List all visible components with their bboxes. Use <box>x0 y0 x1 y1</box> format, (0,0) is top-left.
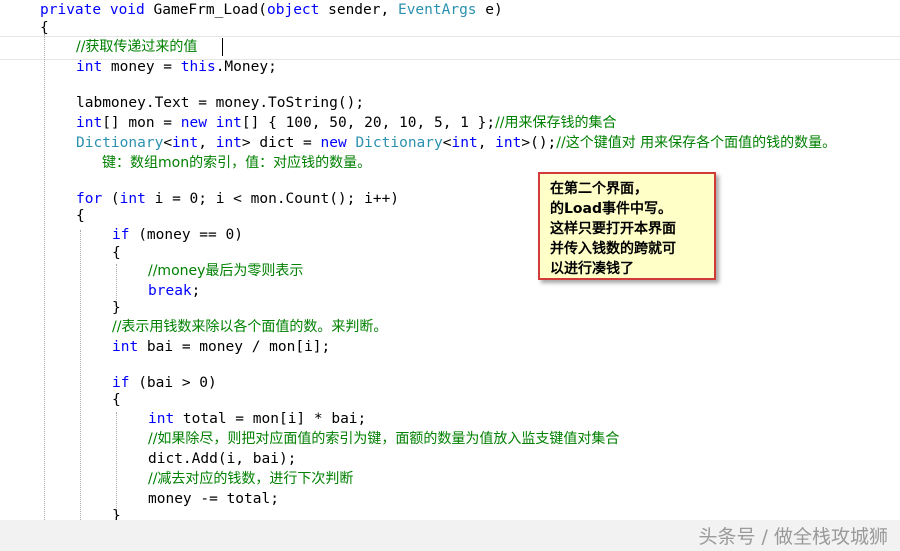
code-line[interactable]: if (money == 0) <box>112 225 243 245</box>
code-line[interactable]: break; <box>148 281 200 301</box>
code-line[interactable]: } <box>112 298 121 318</box>
code-line[interactable]: } <box>112 506 121 520</box>
annotation-line: 的Load事件中写。 <box>550 201 673 217</box>
indent-guide <box>116 412 117 520</box>
annotation-line: 在第二个界面， <box>550 181 648 197</box>
code-editor[interactable]: private void GameFrm_Load(object sender,… <box>0 0 900 520</box>
code-line[interactable]: { <box>40 18 49 38</box>
code-line[interactable]: int[] mon = new int[] { 100, 50, 20, 10,… <box>76 113 617 133</box>
code-line[interactable]: { <box>76 206 85 226</box>
indent-guide <box>80 230 81 520</box>
annotation-line: 并传入钱数的跨就可 <box>550 241 676 257</box>
indent-guide <box>44 34 45 520</box>
code-line-method-signature[interactable]: private void GameFrm_Load(object sender,… <box>40 0 503 20</box>
code-line[interactable]: int total = mon[i] * bai; <box>148 409 366 429</box>
code-line[interactable]: int bai = money / mon[i]; <box>112 337 330 357</box>
code-line[interactable]: money -= total; <box>148 489 279 509</box>
code-line[interactable]: int money = this.Money; <box>76 57 277 77</box>
code-comment[interactable]: //减去对应的钱数，进行下次判断 <box>148 469 353 489</box>
annotation-callout: 在第二个界面， 的Load事件中写。 这样只要打开本界面 并传入钱数的跨就可 以… <box>538 172 716 280</box>
code-line[interactable]: { <box>112 243 121 263</box>
annotation-line: 这样只要打开本界面 <box>550 221 676 237</box>
code-line[interactable]: if (bai > 0) <box>112 373 217 393</box>
code-line[interactable]: dict.Add(i, bai); <box>148 449 296 469</box>
code-line[interactable]: labmoney.Text = money.ToString(); <box>76 93 364 113</box>
code-comment[interactable]: //如果除尽，则把对应面值的索引为键，面额的数量为值放入监支键值对集合 <box>148 429 619 449</box>
code-line[interactable]: for (int i = 0; i < mon.Count(); i++) <box>76 189 399 209</box>
annotation-line: 以进行凑钱了 <box>550 261 634 277</box>
code-comment[interactable]: //表示用钱数来除以各个面值的数。来判断。 <box>112 317 387 337</box>
text-caret <box>222 38 223 56</box>
watermark: 头条号 / 做全栈攻城狮 <box>698 526 888 548</box>
code-line[interactable]: Dictionary<int, int> dict = new Dictiona… <box>76 133 836 153</box>
code-line[interactable]: { <box>112 390 121 410</box>
code-comment[interactable]: //money最后为零则表示 <box>148 261 303 281</box>
code-comment[interactable]: //获取传递过来的值 <box>76 37 197 57</box>
code-comment[interactable]: 键：数组mon的索引，值：对应钱的数量。 <box>102 153 371 173</box>
